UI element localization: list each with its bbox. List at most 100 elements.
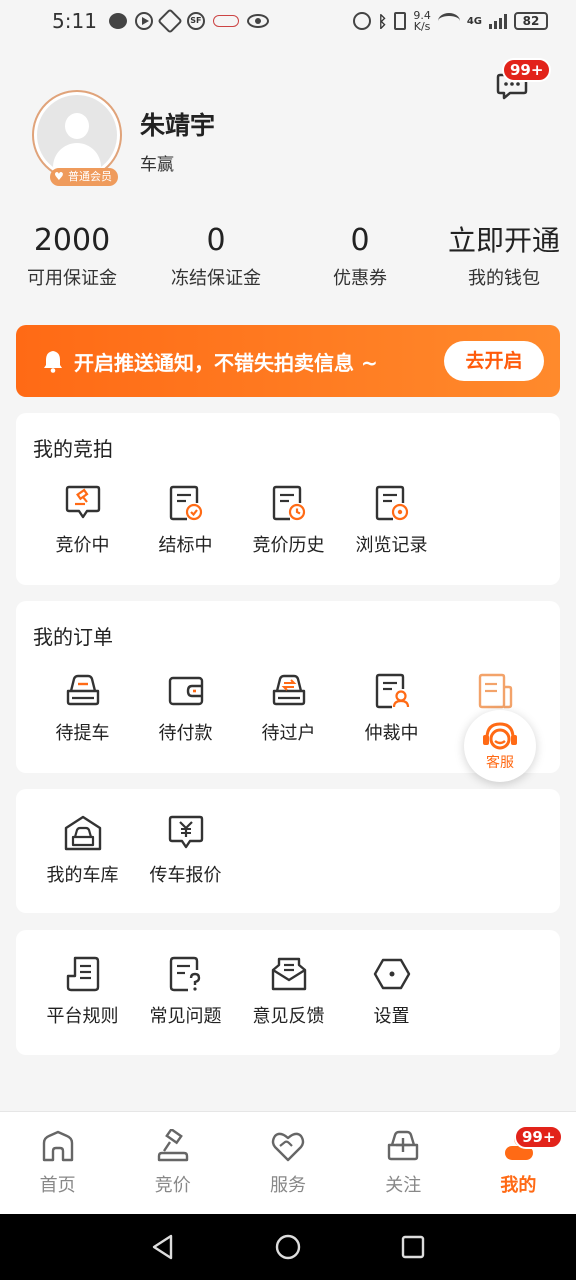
mine-tab-badge: 99+: [514, 1125, 564, 1149]
feedback-icon: [271, 957, 306, 991]
push-notification-banner: 开启推送通知，不错失拍卖信息 ~ 去开启: [16, 325, 560, 397]
grid-label: 我的车库: [46, 865, 119, 886]
home-circle-icon[interactable]: [274, 1233, 302, 1261]
faq[interactable]: 常见问题: [134, 954, 237, 1028]
stat-coupons[interactable]: 0 优惠券: [288, 222, 432, 290]
car-quote[interactable]: 传车报价: [134, 813, 237, 887]
faq-icon: [169, 956, 200, 992]
customer-service-label: 客服: [486, 755, 514, 771]
notify-text: 开启推送通知，不错失拍卖信息 ~: [74, 350, 378, 375]
sf-express-icon: SF: [186, 12, 205, 30]
tab-label: 关注: [385, 1175, 422, 1196]
car-app-icon: [212, 15, 239, 27]
order-pending-transfer[interactable]: 待过户: [237, 671, 340, 745]
default-avatar-icon: [37, 95, 117, 175]
car-plus-icon: [388, 1130, 419, 1161]
customer-service-button[interactable]: 客服: [464, 710, 536, 782]
avatar[interactable]: [32, 90, 122, 180]
grid-label: 竞价历史: [252, 535, 325, 556]
my-garage[interactable]: 我的车库: [31, 813, 134, 887]
feedback[interactable]: 意见反馈: [237, 954, 340, 1028]
bell-icon: [42, 349, 64, 373]
stat-value: 0: [350, 223, 370, 258]
rules-icon: [66, 956, 99, 992]
tab-label: 竞价: [154, 1175, 191, 1196]
stat-wallet[interactable]: 立即开通 我的钱包: [432, 222, 576, 290]
platform-rules[interactable]: 平台规则: [31, 954, 134, 1028]
doc-all-icon: [478, 673, 512, 709]
user-subtitle: 车赢: [140, 155, 174, 175]
car-transfer-icon: [272, 674, 305, 706]
gavel-icon: [157, 1129, 188, 1162]
grid-label: 设置: [373, 1006, 410, 1027]
grid-label: 意见反馈: [252, 1006, 325, 1027]
auction-bidding[interactable]: 竞价中: [31, 483, 134, 557]
tab-follow[interactable]: 关注: [346, 1112, 461, 1214]
doc-clock-icon: [272, 485, 305, 521]
account-stats: 2000 可用保证金 0 冻结保证金 0 优惠券 立即开通 我的钱包: [0, 222, 576, 290]
order-pending-payment[interactable]: 待付款: [134, 671, 237, 745]
grid-label: 常见问题: [149, 1006, 222, 1027]
user-name: 朱靖宇: [140, 111, 216, 140]
member-level-badge: 普通会员: [50, 168, 118, 186]
grid-label: 平台规则: [46, 1006, 119, 1027]
tab-label: 服务: [270, 1175, 306, 1196]
heart-hand-icon: [271, 1132, 305, 1162]
tab-service[interactable]: 服务: [230, 1112, 345, 1214]
system-nav-bar: [0, 1214, 576, 1280]
grid-label: 浏览记录: [355, 535, 428, 556]
enable-push-button[interactable]: 去开启: [444, 341, 544, 381]
grid-label: 仲裁中: [364, 723, 419, 744]
browse-history[interactable]: 浏览记录: [340, 483, 443, 557]
car-icon: [66, 674, 99, 706]
wallet-icon: [168, 676, 203, 706]
order-arbitration[interactable]: 仲裁中: [340, 671, 443, 745]
message-badge: 99+: [502, 58, 552, 82]
stat-frozen-deposit[interactable]: 0 冻结保证金: [144, 222, 288, 290]
bluetooth-icon: ᛒ: [377, 11, 388, 31]
grid-label: 竞价中: [55, 535, 110, 556]
settings[interactable]: 设置: [340, 954, 443, 1028]
recents-icon[interactable]: [399, 1233, 427, 1261]
chat-notification-icon: [108, 13, 127, 29]
grid-label: 传车报价: [149, 865, 222, 886]
stat-label: 我的钱包: [468, 268, 540, 289]
tab-home[interactable]: 首页: [0, 1112, 115, 1214]
settings-icon: [373, 958, 410, 990]
grid-label: 待付款: [158, 723, 213, 744]
more-card: 平台规则 常见问题 意见反馈 设置: [16, 930, 560, 1055]
network-speed-unit: K/s: [413, 20, 431, 33]
back-icon[interactable]: [149, 1233, 177, 1261]
tools-card: 我的车库 传车报价: [16, 789, 560, 913]
home-icon: [42, 1130, 73, 1162]
network-type: 4G: [466, 15, 482, 27]
stat-available-deposit[interactable]: 2000 可用保证金: [0, 222, 144, 290]
tab-label: 首页: [39, 1175, 76, 1196]
stat-label: 优惠券: [333, 268, 387, 289]
clock: 5:11: [52, 9, 97, 33]
grid-label: 待过户: [261, 723, 316, 744]
battery-indicator: 82: [514, 12, 548, 30]
eye-icon: [246, 14, 269, 28]
stat-label: 可用保证金: [27, 268, 117, 289]
card-title: 我的竞拍: [33, 437, 113, 461]
stat-value: 立即开通: [447, 224, 560, 257]
doc-person-icon: [375, 673, 409, 709]
garage-icon: [64, 815, 101, 851]
signal-icon: [489, 13, 507, 29]
vibrate-icon: [394, 12, 407, 30]
my-auction-card: 我的竞拍 竞价中 结标中 竞价历史 浏览记录: [16, 413, 560, 585]
alarm-icon: [352, 12, 371, 30]
tab-label: 我的: [500, 1175, 537, 1196]
auction-closing[interactable]: 结标中: [134, 483, 237, 557]
grid-label: 待提车: [55, 723, 110, 744]
wifi-icon: [437, 13, 460, 29]
order-pickup[interactable]: 待提车: [31, 671, 134, 745]
auction-history[interactable]: 竞价历史: [237, 483, 340, 557]
headset-icon: [483, 722, 517, 750]
tab-bidding[interactable]: 竞价: [115, 1112, 230, 1214]
video-notification-icon: [134, 12, 153, 30]
doc-check-icon: [169, 485, 202, 521]
stat-value: 0: [206, 223, 226, 258]
stat-value: 2000: [33, 223, 111, 258]
